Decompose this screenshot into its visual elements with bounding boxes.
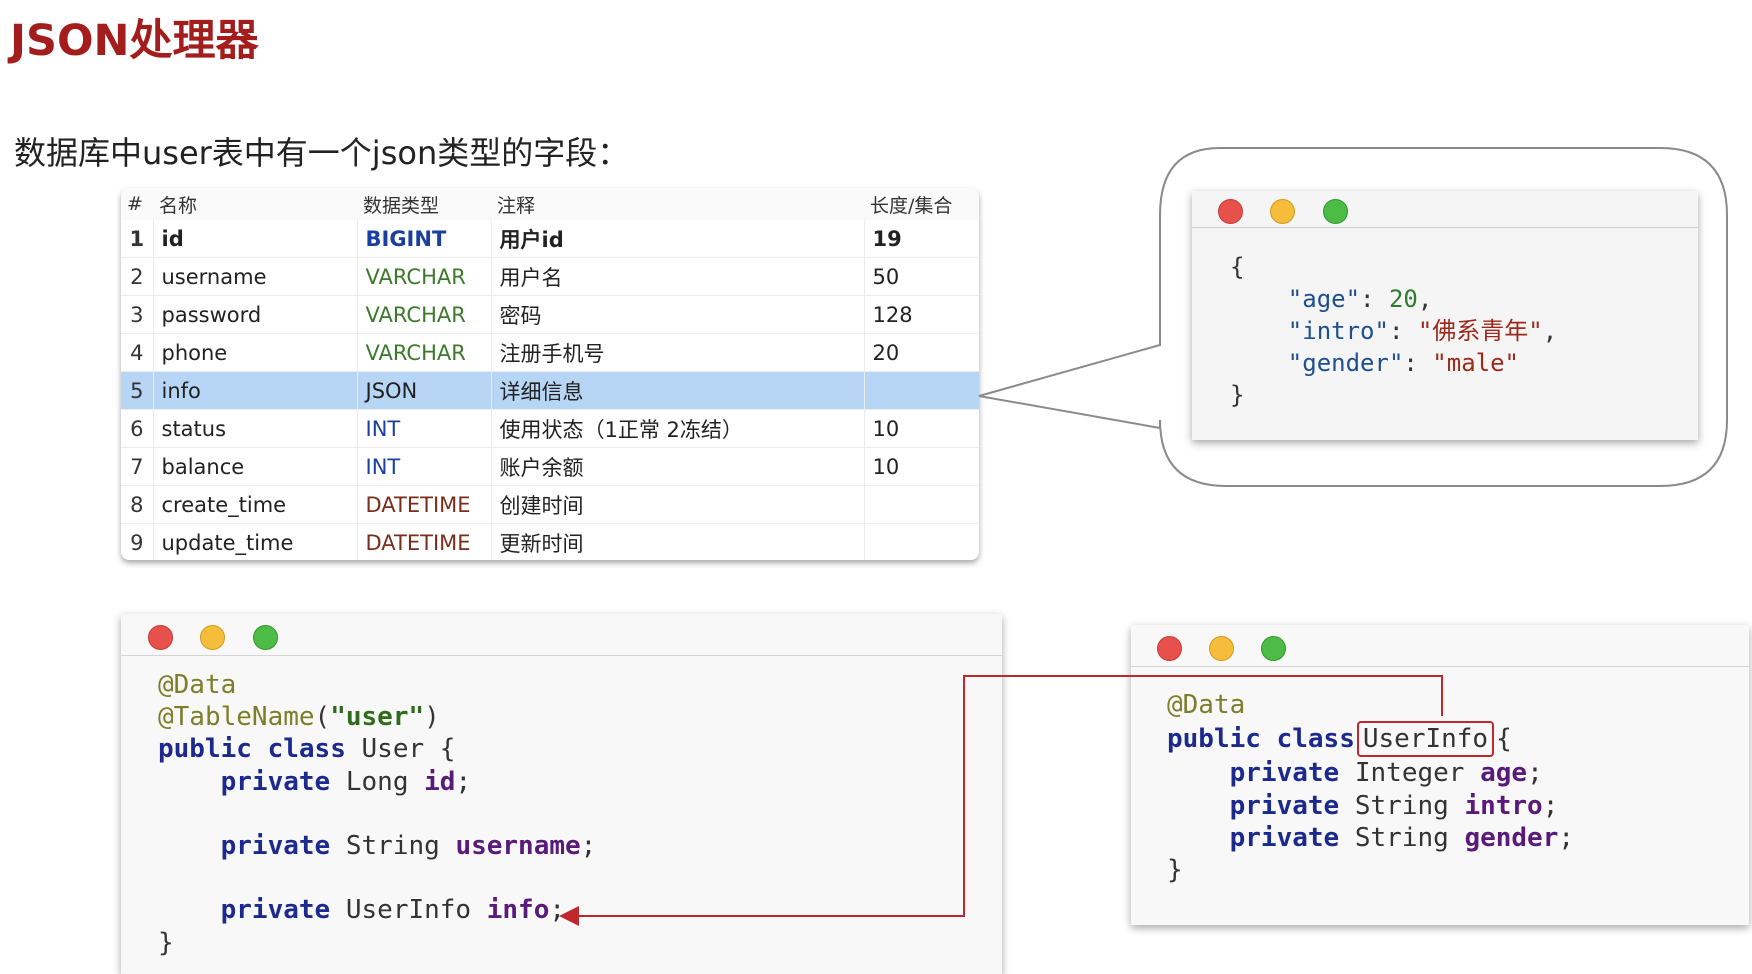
json-preview-window: { "age": 20, "intro": "佛系青年", "gender": … (1192, 191, 1698, 440)
keyword-private: private (220, 766, 331, 797)
keyword-private: private (1229, 822, 1340, 853)
field-name: age (1480, 758, 1528, 789)
json-value-age: 20 (1388, 285, 1418, 313)
field-type: String (1354, 822, 1449, 853)
class-name: User (361, 734, 425, 765)
tablename-arg: "user" (330, 702, 425, 733)
userinfo-class-code: @Data public class UserInfo{ private Inte… (1167, 690, 1575, 886)
json-key-intro: "intro" (1287, 317, 1389, 345)
open-brace: { (439, 734, 456, 765)
json-key-gender: "gender" (1287, 349, 1404, 377)
maximize-dot-icon (1261, 636, 1286, 661)
keyword-class: class (267, 734, 346, 765)
user-class-window: @Data @TableName("user") public class Us… (121, 614, 1002, 974)
close-brace: } (1167, 855, 1183, 886)
maximize-dot-icon (1323, 199, 1348, 224)
json-value-intro: "佛系青年" (1417, 317, 1543, 345)
close-brace: } (158, 927, 174, 958)
minimize-dot-icon (1270, 199, 1295, 224)
field-type: Long (345, 766, 409, 797)
json-sep: : (1360, 285, 1389, 313)
field-type: Integer (1354, 758, 1465, 789)
json-code: { "age": 20, "intro": "佛系青年", "gender": … (1230, 251, 1557, 411)
json-comma: , (1417, 285, 1433, 313)
keyword-private: private (220, 895, 331, 926)
user-class-code: @Data @TableName("user") public class Us… (158, 670, 597, 958)
field-name-info: info (486, 895, 550, 926)
json-sep: : (1388, 317, 1418, 345)
maximize-dot-icon (253, 625, 278, 650)
minimize-dot-icon (200, 625, 225, 650)
field-name: intro (1464, 790, 1543, 821)
window-titlebar (1192, 191, 1698, 228)
annotation-data: @Data (158, 670, 237, 700)
field-type: String (1354, 790, 1449, 821)
json-sep: : (1403, 349, 1433, 377)
open-brace: { (1496, 724, 1512, 755)
keyword-private: private (220, 831, 331, 862)
userinfo-class-window: @Data public class UserInfo{ private Inte… (1131, 625, 1749, 925)
keyword-public: public (1167, 724, 1261, 755)
keyword-private: private (1229, 790, 1340, 821)
annotation-tablename: @TableName (158, 702, 315, 733)
field-type: String (345, 831, 440, 862)
field-name: username (455, 831, 581, 862)
json-value-gender: "male" (1432, 349, 1519, 377)
highlighted-class-name: UserInfo (1356, 721, 1495, 758)
json-close-brace: } (1230, 381, 1245, 409)
close-dot-icon (148, 625, 173, 650)
field-type: UserInfo (345, 895, 472, 926)
field-name: gender (1464, 822, 1559, 853)
close-dot-icon (1157, 636, 1182, 661)
window-titlebar (1131, 625, 1749, 667)
minimize-dot-icon (1209, 636, 1234, 661)
annotation-data: @Data (1167, 690, 1246, 720)
keyword-public: public (158, 734, 252, 765)
window-titlebar (121, 614, 1002, 656)
json-key-age: "age" (1287, 285, 1361, 313)
keyword-class: class (1276, 724, 1355, 755)
field-name: id (424, 766, 456, 797)
close-dot-icon (1218, 199, 1243, 224)
keyword-private: private (1229, 758, 1340, 789)
json-open-brace: { (1230, 253, 1245, 281)
json-comma: , (1542, 317, 1558, 345)
